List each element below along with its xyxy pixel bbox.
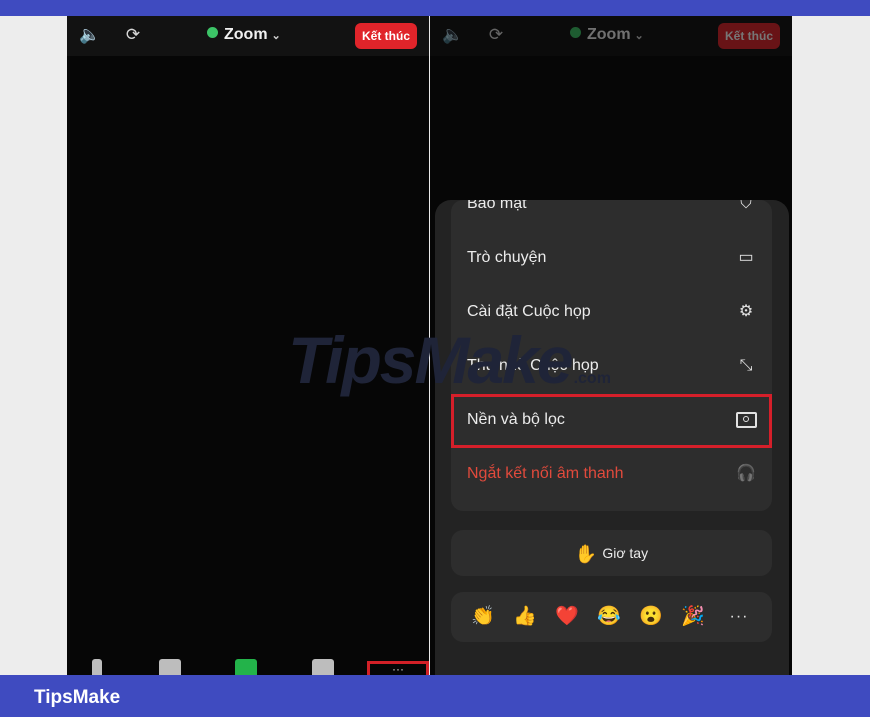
footer-brand: TipsMake bbox=[34, 687, 121, 708]
watermark: TipsMake .com bbox=[288, 323, 611, 397]
meeting-topbar-right: 🔈 ⟳ Zoom ⌄ Kết thúc bbox=[430, 16, 792, 56]
menu-item-disconnect-audio[interactable]: Ngắt kết nối âm thanh 🎧 bbox=[451, 448, 772, 502]
reaction-thumbs-up[interactable]: 👍 bbox=[511, 604, 539, 630]
raised-hand-icon: ✋ bbox=[574, 544, 598, 564]
share-icon[interactable] bbox=[235, 659, 257, 675]
headphone-disconnect-icon: 🎧 bbox=[736, 465, 756, 482]
meeting-topbar-left: 🔈 ⟳ Zoom ⌄ Kết thúc bbox=[67, 16, 429, 56]
top-banner bbox=[0, 0, 870, 16]
background-frame-icon bbox=[734, 408, 758, 432]
menu-item-security[interactable]: Bảo mật ⛉ bbox=[451, 200, 772, 232]
meeting-title[interactable]: Zoom ⌄ bbox=[207, 26, 281, 44]
reaction-clap[interactable]: 👏 bbox=[469, 604, 497, 630]
participants-icon[interactable] bbox=[312, 659, 334, 675]
footer-banner: TipsMake bbox=[0, 675, 870, 717]
chevron-down-icon: ⌄ bbox=[271, 30, 281, 42]
speaker-icon[interactable]: 🔈 bbox=[442, 24, 464, 46]
background-right bbox=[792, 16, 870, 675]
raise-hand-button[interactable]: ✋ Giơ tay bbox=[451, 530, 772, 576]
minimize-icon: ⤡ bbox=[739, 357, 753, 374]
secure-shield-icon bbox=[207, 27, 218, 38]
reaction-wow[interactable]: 😮 bbox=[637, 604, 665, 630]
video-icon[interactable] bbox=[159, 659, 181, 675]
settings-icon: ⚙ bbox=[738, 303, 754, 320]
chevron-down-icon: ⌄ bbox=[634, 30, 644, 42]
chat-icon: ▭ bbox=[738, 249, 754, 266]
reaction-laugh[interactable]: 😂 bbox=[595, 604, 623, 630]
camera-switch-icon[interactable]: ⟳ bbox=[122, 24, 144, 46]
secure-shield-icon bbox=[570, 27, 581, 38]
speaker-icon[interactable]: 🔈 bbox=[79, 24, 101, 46]
shield-icon: ⛉ bbox=[739, 200, 752, 212]
meeting-title[interactable]: Zoom ⌄ bbox=[570, 26, 644, 44]
camera-switch-icon[interactable]: ⟳ bbox=[485, 24, 507, 46]
more-options-sheet: Bảo mật ⛉ Trò chuyện ▭ Cài đặt Cuộc họp … bbox=[435, 200, 789, 675]
more-button[interactable]: ··· bbox=[367, 661, 429, 675]
bottom-toolbar: ··· bbox=[67, 651, 429, 675]
background-left bbox=[0, 16, 67, 675]
more-reactions-button[interactable]: ··· bbox=[725, 604, 753, 630]
reaction-heart[interactable]: ❤️ bbox=[553, 604, 581, 630]
menu-item-chat[interactable]: Trò chuyện ▭ bbox=[451, 232, 772, 286]
mic-icon[interactable] bbox=[92, 659, 102, 675]
end-meeting-button[interactable]: Kết thúc bbox=[718, 23, 780, 49]
reactions-bar: 👏 👍 ❤️ 😂 😮 🎉 ··· bbox=[451, 592, 772, 642]
end-meeting-button[interactable]: Kết thúc bbox=[355, 23, 417, 49]
menu-item-background-filters[interactable]: Nền và bộ lọc bbox=[451, 394, 772, 448]
reaction-party[interactable]: 🎉 bbox=[679, 604, 707, 630]
